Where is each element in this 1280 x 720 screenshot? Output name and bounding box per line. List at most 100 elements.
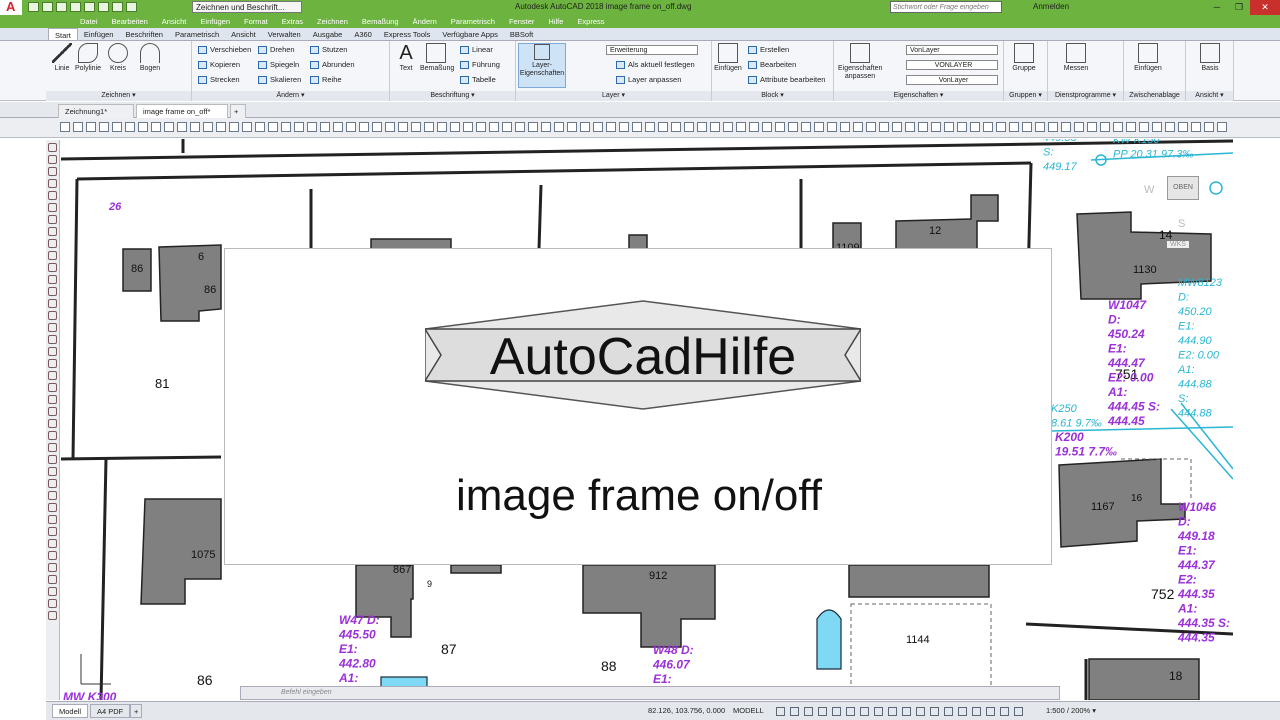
toolbar-tool-icon[interactable] — [593, 122, 603, 132]
tab-start[interactable]: Start — [48, 28, 78, 40]
draw-tool-icon[interactable] — [48, 407, 57, 416]
menu-bemassung[interactable]: Bemaßung — [362, 15, 399, 28]
toolbar-tool-icon[interactable] — [333, 122, 343, 132]
status-toggle-icon[interactable] — [944, 707, 953, 716]
match-layer-button[interactable]: Layer anpassen — [616, 75, 681, 84]
stretch-button[interactable]: Strecken — [198, 75, 240, 84]
tab-ansicht[interactable]: Ansicht — [225, 28, 262, 40]
draw-tool-icon[interactable] — [48, 251, 57, 260]
status-toggle-icon[interactable] — [832, 707, 841, 716]
toolbar-tool-icon[interactable] — [788, 122, 798, 132]
toolbar-tool-icon[interactable] — [1191, 122, 1201, 132]
tab-einfuegen[interactable]: Einfügen — [78, 28, 120, 40]
status-toggle-icon[interactable] — [1000, 707, 1009, 716]
toolbar-tool-icon[interactable] — [840, 122, 850, 132]
undo-icon[interactable] — [98, 2, 109, 12]
toolbar-tool-icon[interactable] — [957, 122, 967, 132]
toolbar-tool-icon[interactable] — [1009, 122, 1019, 132]
toolbar-tool-icon[interactable] — [931, 122, 941, 132]
toolbar-tool-icon[interactable] — [892, 122, 902, 132]
measure-button[interactable]: Messen — [1060, 43, 1092, 73]
toolbar-tool-icon[interactable] — [346, 122, 356, 132]
dimension-button[interactable]: Bemaßung — [420, 43, 454, 73]
linetype-dropdown[interactable]: VONLAYER — [906, 60, 998, 70]
set-current-button[interactable]: Als aktuell festlegen — [616, 60, 695, 69]
toolbar-tool-icon[interactable] — [60, 122, 70, 132]
workspace-dropdown[interactable]: Zeichnen und Beschrift... — [192, 1, 302, 13]
toolbar-tool-icon[interactable] — [1126, 122, 1136, 132]
draw-tool-icon[interactable] — [48, 587, 57, 596]
rotate-button[interactable]: Drehen — [258, 45, 295, 54]
menu-format[interactable]: Format — [244, 15, 268, 28]
toolbar-tool-icon[interactable] — [736, 122, 746, 132]
draw-tool-icon[interactable] — [48, 431, 57, 440]
command-line[interactable]: Befehl eingeben — [240, 686, 1060, 700]
draw-tool-icon[interactable] — [48, 395, 57, 404]
status-toggle-icon[interactable] — [902, 707, 911, 716]
toolbar-tool-icon[interactable] — [1100, 122, 1110, 132]
toolbar-tool-icon[interactable] — [99, 122, 109, 132]
menu-aendern[interactable]: Ändern — [413, 15, 437, 28]
redo-icon[interactable] — [112, 2, 123, 12]
draw-tool-icon[interactable] — [48, 167, 57, 176]
wcs-menu[interactable]: WKS — [1167, 241, 1189, 248]
toolbar-tool-icon[interactable] — [827, 122, 837, 132]
color-dropdown[interactable]: VonLayer — [906, 45, 998, 55]
lineweight-dropdown[interactable]: VonLayer — [906, 75, 998, 85]
toolbar-tool-icon[interactable] — [463, 122, 473, 132]
menu-fenster[interactable]: Fenster — [509, 15, 534, 28]
toolbar-tool-icon[interactable] — [242, 122, 252, 132]
draw-tool-icon[interactable] — [48, 179, 57, 188]
layer-properties-button[interactable]: Layer- Eigenschaften — [518, 43, 566, 88]
toolbar-tool-icon[interactable] — [437, 122, 447, 132]
draw-tool-icon[interactable] — [48, 371, 57, 380]
polyline-button[interactable]: Polylinie — [72, 43, 104, 73]
draw-tool-icon[interactable] — [48, 311, 57, 320]
toolbar-tool-icon[interactable] — [671, 122, 681, 132]
autocad-logo[interactable]: A — [0, 0, 22, 15]
fillet-button[interactable]: Abrunden — [310, 60, 355, 69]
toolbar-tool-icon[interactable] — [749, 122, 759, 132]
new-icon[interactable] — [28, 2, 39, 12]
edit-block-button[interactable]: Bearbeiten — [748, 60, 796, 69]
draw-tool-icon[interactable] — [48, 299, 57, 308]
toolbar-tool-icon[interactable] — [515, 122, 525, 132]
toolbar-tool-icon[interactable] — [645, 122, 655, 132]
toolbar-tool-icon[interactable] — [359, 122, 369, 132]
toolbar-tool-icon[interactable] — [450, 122, 460, 132]
tab-beschriften[interactable]: Beschriften — [119, 28, 169, 40]
menu-einfuegen[interactable]: Einfügen — [200, 15, 230, 28]
toolbar-tool-icon[interactable] — [424, 122, 434, 132]
toolbar-tool-icon[interactable] — [853, 122, 863, 132]
toolbar-tool-icon[interactable] — [1152, 122, 1162, 132]
draw-tool-icon[interactable] — [48, 551, 57, 560]
draw-tool-icon[interactable] — [48, 239, 57, 248]
tab-parametrisch[interactable]: Parametrisch — [169, 28, 225, 40]
toolbar-tool-icon[interactable] — [905, 122, 915, 132]
new-tab-button[interactable]: + — [230, 104, 246, 118]
toolbar-tool-icon[interactable] — [866, 122, 876, 132]
save-icon[interactable] — [56, 2, 67, 12]
menu-bearbeiten[interactable]: Bearbeiten — [112, 15, 148, 28]
print-icon[interactable] — [84, 2, 95, 12]
toolbar-tool-icon[interactable] — [775, 122, 785, 132]
status-toggle-icon[interactable] — [818, 707, 827, 716]
draw-tool-icon[interactable] — [48, 419, 57, 428]
toolbar-tool-icon[interactable] — [762, 122, 772, 132]
status-toggle-icon[interactable] — [804, 707, 813, 716]
toolbar-tool-icon[interactable] — [970, 122, 980, 132]
menu-ansicht[interactable]: Ansicht — [162, 15, 187, 28]
toolbar-tool-icon[interactable] — [307, 122, 317, 132]
toolbar-tool-icon[interactable] — [1048, 122, 1058, 132]
draw-tool-icon[interactable] — [48, 287, 57, 296]
toolbar-tool-icon[interactable] — [294, 122, 304, 132]
trim-button[interactable]: Stutzen — [310, 45, 347, 54]
toolbar-tool-icon[interactable] — [554, 122, 564, 132]
group-button[interactable]: Gruppe — [1008, 43, 1040, 73]
status-toggle-icon[interactable] — [790, 707, 799, 716]
toolbar-tool-icon[interactable] — [476, 122, 486, 132]
tab-model[interactable]: Modell — [52, 704, 89, 718]
toolbar-tool-icon[interactable] — [138, 122, 148, 132]
open-icon[interactable] — [42, 2, 53, 12]
toolbar-tool-icon[interactable] — [944, 122, 954, 132]
